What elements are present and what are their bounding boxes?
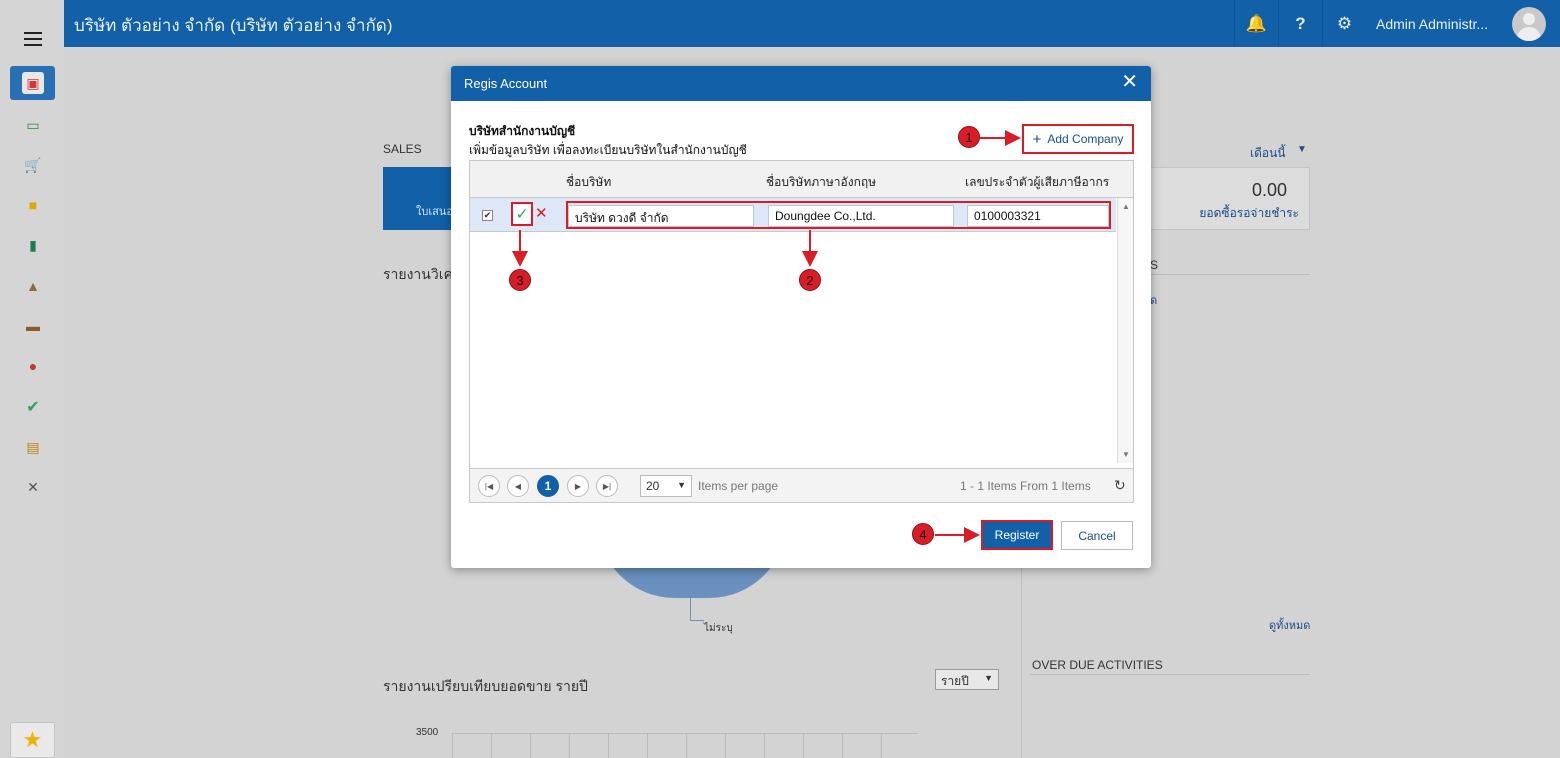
- annotation-marker-4: 4: [912, 523, 934, 545]
- annotation-marker-2: 2: [799, 269, 821, 291]
- annotation-arrows: [512, 130, 1021, 543]
- annotation-marker-1: 1: [958, 126, 980, 148]
- annotation-marker-3: 3: [509, 269, 531, 291]
